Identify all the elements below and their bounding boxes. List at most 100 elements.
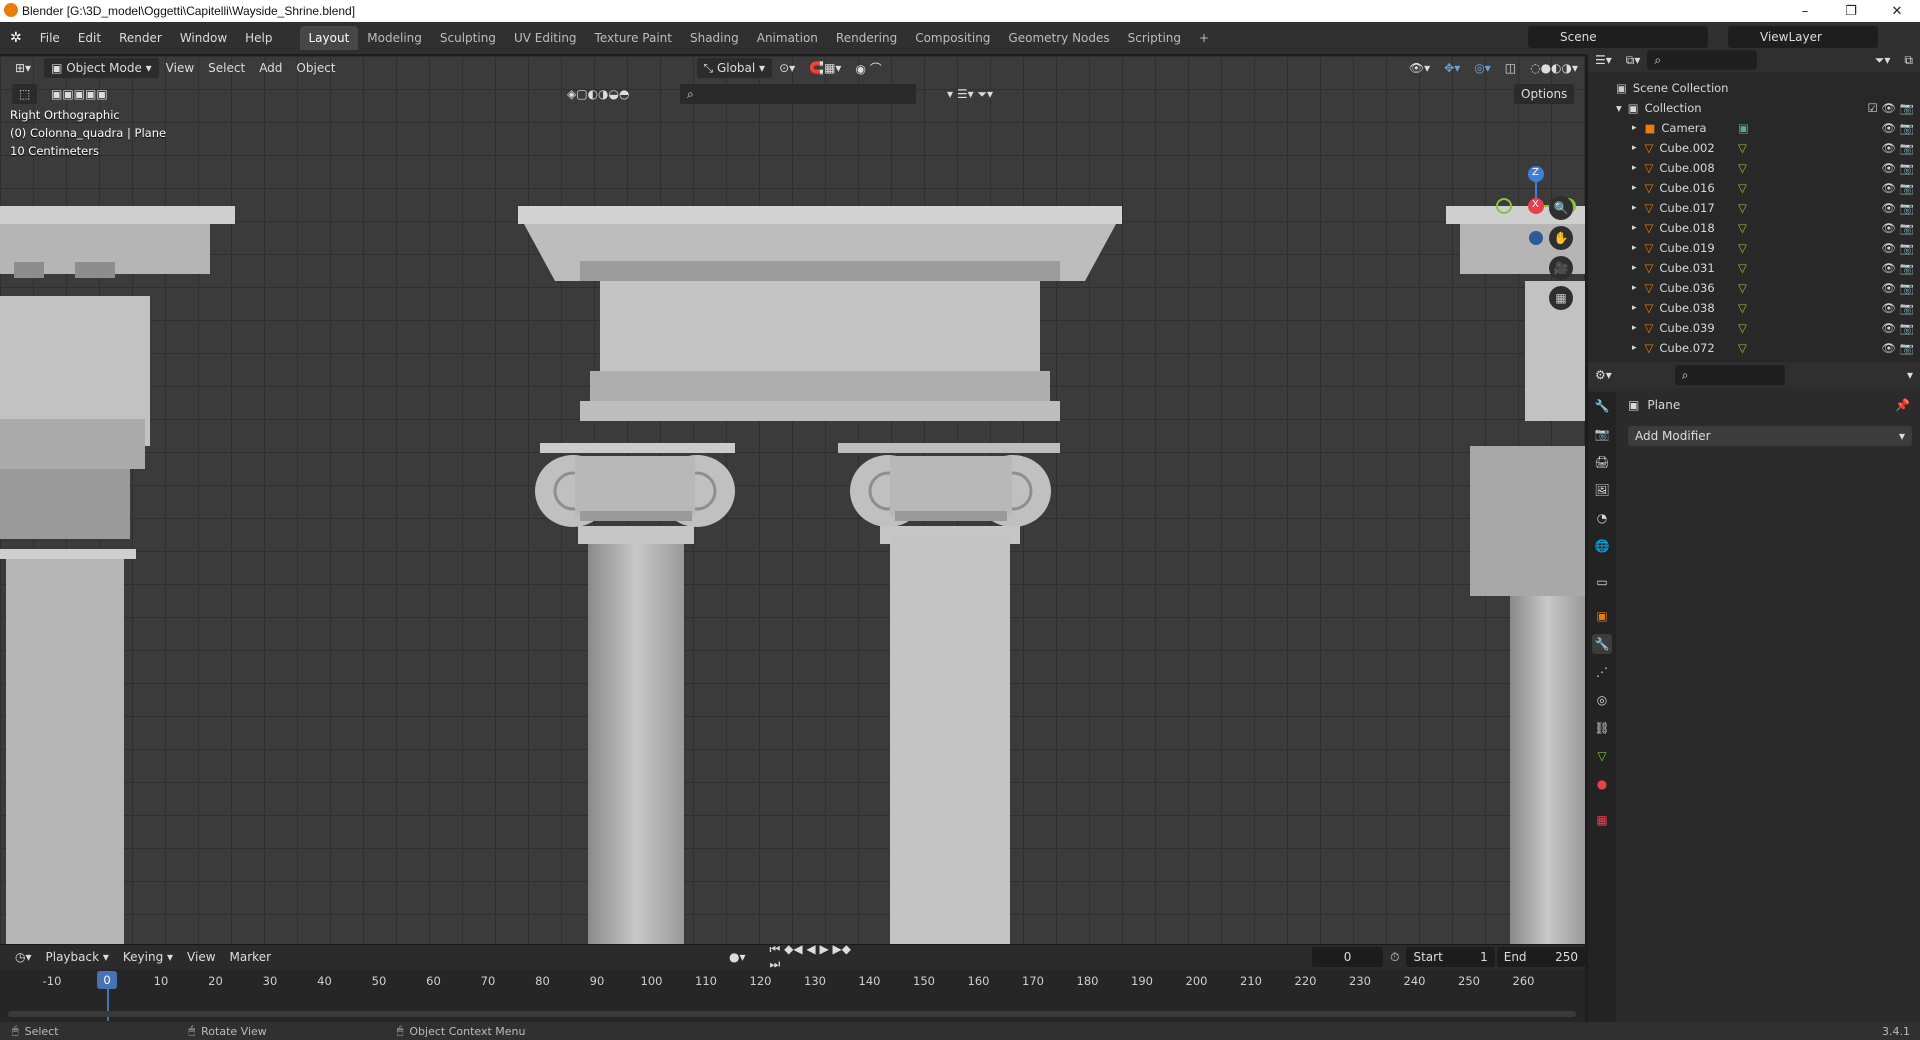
add-workspace-button[interactable]: + (1190, 26, 1218, 50)
timeline-editor-type-icon[interactable]: ◷▾ (8, 947, 39, 967)
outliner-editor-type-icon[interactable]: ☰▾ (1588, 50, 1619, 70)
mesh-data-icon[interactable]: ▽ (1738, 301, 1747, 315)
menu-render[interactable]: Render (110, 31, 171, 45)
outliner-item[interactable]: ▸ ▽ Cube.039 ▽ 👁 📷 (1588, 318, 1920, 338)
pin-icon[interactable]: 📌 (1895, 398, 1910, 412)
row-visibility-icons[interactable]: 👁 📷 (1881, 161, 1914, 175)
playhead[interactable]: 0 (97, 971, 117, 989)
row-visibility-icons[interactable]: 👁 📷 (1881, 281, 1914, 295)
row-visibility-icons[interactable]: 👁 📷 (1881, 121, 1914, 135)
render-tab-icon[interactable]: 📷 (1592, 424, 1612, 444)
expand-arrow-icon[interactable]: ▸ (1632, 343, 1637, 353)
add-modifier-button[interactable]: Add Modifier ▾ (1628, 426, 1912, 446)
tab-geometry-nodes[interactable]: Geometry Nodes (999, 26, 1118, 50)
tab-uv-editing[interactable]: UV Editing (505, 26, 586, 50)
menu-keying[interactable]: Keying ▾ (116, 947, 180, 967)
tab-modeling[interactable]: Modeling (358, 26, 431, 50)
zoom-icon[interactable]: 🔍 (1549, 196, 1573, 220)
expand-arrow-icon[interactable]: ▸ (1632, 303, 1637, 313)
expand-arrow-icon[interactable]: ▸ (1632, 263, 1637, 273)
object-tab-icon[interactable]: ▣ (1592, 606, 1612, 626)
collection-tab-icon[interactable]: ▭ (1592, 572, 1612, 592)
ortho-grid-icon[interactable]: ▦ (1549, 286, 1573, 310)
tab-layout[interactable]: Layout (299, 26, 359, 50)
mesh-data-icon[interactable]: ▽ (1738, 181, 1747, 195)
outliner-search-icon[interactable]: ⌕ (1647, 50, 1758, 70)
tab-sculpting[interactable]: Sculpting (431, 26, 505, 50)
row-visibility-icons[interactable]: 👁 📷 (1881, 261, 1914, 275)
tab-scripting[interactable]: Scripting (1119, 26, 1190, 50)
view-layer-tab-icon[interactable]: 🖼 (1592, 480, 1612, 500)
outliner-filter-icon[interactable]: ⏷▾ (1868, 50, 1898, 70)
row-visibility-icons[interactable]: 👁 📷 (1881, 241, 1914, 255)
properties-options-icon[interactable]: ▾ (1900, 365, 1920, 385)
properties-search-icon[interactable]: ⌕ (1674, 365, 1785, 385)
playback-controls[interactable]: ⏮ ◆◀ ◀ ▶ ▶◆ ⏭ (763, 942, 868, 971)
scene-selector[interactable]: Scene (1528, 26, 1708, 48)
outliner-item[interactable]: ▸ ▽ Cube.018 ▽ 👁 📷 (1588, 218, 1920, 238)
timeline-scrollbar[interactable] (8, 1011, 1576, 1017)
row-visibility-icons[interactable]: 👁 📷 (1881, 301, 1914, 315)
expand-arrow-icon[interactable]: ▸ (1632, 163, 1637, 173)
row-visibility-icons[interactable]: 👁 📷 (1881, 221, 1914, 235)
constraints-tab-icon[interactable]: ⛓ (1592, 718, 1612, 738)
display-mode-icon[interactable]: ⧉▾ (1619, 50, 1648, 70)
output-tab-icon[interactable]: 🖨 (1592, 452, 1612, 472)
outliner-item[interactable]: ▸ ■ Camera ▣ 👁 📷 (1588, 118, 1920, 138)
mesh-data-icon[interactable]: ▽ (1738, 281, 1747, 295)
close-button[interactable]: ✕ (1874, 0, 1920, 22)
mesh-data-icon[interactable]: ▽ (1738, 141, 1747, 155)
outliner-item[interactable]: ▸ ▽ Cube.002 ▽ 👁 📷 (1588, 138, 1920, 158)
expand-arrow-icon[interactable]: ▸ (1632, 283, 1637, 293)
physics-tab-icon[interactable]: ◎ (1592, 690, 1612, 710)
minimize-button[interactable]: – (1782, 0, 1828, 22)
mesh-data-icon[interactable]: ▽ (1738, 241, 1747, 255)
mesh-data-icon[interactable]: ▽ (1738, 341, 1747, 355)
modifier-tab-icon[interactable]: 🔧 (1592, 634, 1612, 654)
restore-button[interactable]: ❐ (1828, 0, 1874, 22)
row-visibility-icons[interactable]: 👁 📷 (1881, 341, 1914, 355)
tool-tab-icon[interactable]: 🔧 (1592, 396, 1612, 416)
menu-edit[interactable]: Edit (69, 31, 110, 45)
row-visibility-icons[interactable]: 👁 📷 (1881, 141, 1914, 155)
clock-icon[interactable]: ⏱ (1383, 947, 1406, 967)
row-visibility-icons[interactable]: 👁 📷 (1881, 181, 1914, 195)
expand-arrow-icon[interactable]: ▸ (1632, 143, 1637, 153)
menu-marker[interactable]: Marker (223, 947, 278, 967)
tab-texture-paint[interactable]: Texture Paint (586, 26, 681, 50)
row-visibility-icons[interactable]: 👁 📷 (1881, 201, 1914, 215)
pan-hand-icon[interactable]: ✋ (1549, 226, 1573, 250)
outliner-item[interactable]: ▸ ▽ Cube.019 ▽ 👁 📷 (1588, 238, 1920, 258)
menu-file[interactable]: File (31, 31, 69, 45)
menu-help[interactable]: Help (236, 31, 281, 45)
row-visibility-icons[interactable]: 👁 📷 (1881, 321, 1914, 335)
outliner-item[interactable]: ▸ ▽ Cube.072 ▽ 👁 📷 (1588, 338, 1920, 358)
texture-tab-icon[interactable]: ▦ (1592, 810, 1612, 830)
particles-tab-icon[interactable]: ⋰ (1592, 662, 1612, 682)
tab-compositing[interactable]: Compositing (906, 26, 999, 50)
outliner-item[interactable]: ▸ ▽ Cube.017 ▽ 👁 📷 (1588, 198, 1920, 218)
properties-editor-type-icon[interactable]: ⚙▾ (1588, 365, 1619, 385)
current-frame-field[interactable]: 0 (1311, 947, 1384, 967)
timeline-editor[interactable]: ◷▾ Playback ▾ Keying ▾ View Marker ●▾ ⏮ … (0, 942, 1585, 1022)
expand-arrow-icon[interactable]: ▸ (1632, 323, 1637, 333)
outliner-item[interactable]: ▸ ▽ Cube.036 ▽ 👁 📷 (1588, 278, 1920, 298)
collection-row[interactable]: ▾ ▣ Collection ☑ 👁 📷 (1588, 98, 1920, 118)
record-icon[interactable]: ●▾ (722, 947, 753, 967)
scene-collection-row[interactable]: ▣ Scene Collection (1588, 78, 1920, 98)
world-tab-icon[interactable]: 🌐 (1592, 536, 1612, 556)
collection-visibility-icons[interactable]: ☑ 👁 📷 (1867, 101, 1914, 115)
menu-playback[interactable]: Playback ▾ (39, 947, 116, 967)
tab-animation[interactable]: Animation (748, 26, 827, 50)
expand-arrow-icon[interactable]: ▸ (1632, 223, 1637, 233)
expand-arrow-icon[interactable]: ▸ (1632, 203, 1637, 213)
view-layer-selector[interactable]: ViewLayer (1728, 26, 1878, 48)
mesh-data-icon[interactable]: ▽ (1738, 201, 1747, 215)
end-frame-field[interactable]: End 250 (1496, 947, 1585, 967)
outliner-item[interactable]: ▸ ▽ Cube.038 ▽ 👁 📷 (1588, 298, 1920, 318)
outliner-item[interactable]: ▸ ▽ Cube.031 ▽ 👁 📷 (1588, 258, 1920, 278)
material-tab-icon[interactable]: ● (1592, 774, 1612, 794)
mesh-data-icon[interactable]: ▽ (1738, 321, 1747, 335)
menu-timeline-view[interactable]: View (180, 947, 222, 967)
outliner-item[interactable]: ▸ ▽ Cube.016 ▽ 👁 📷 (1588, 178, 1920, 198)
